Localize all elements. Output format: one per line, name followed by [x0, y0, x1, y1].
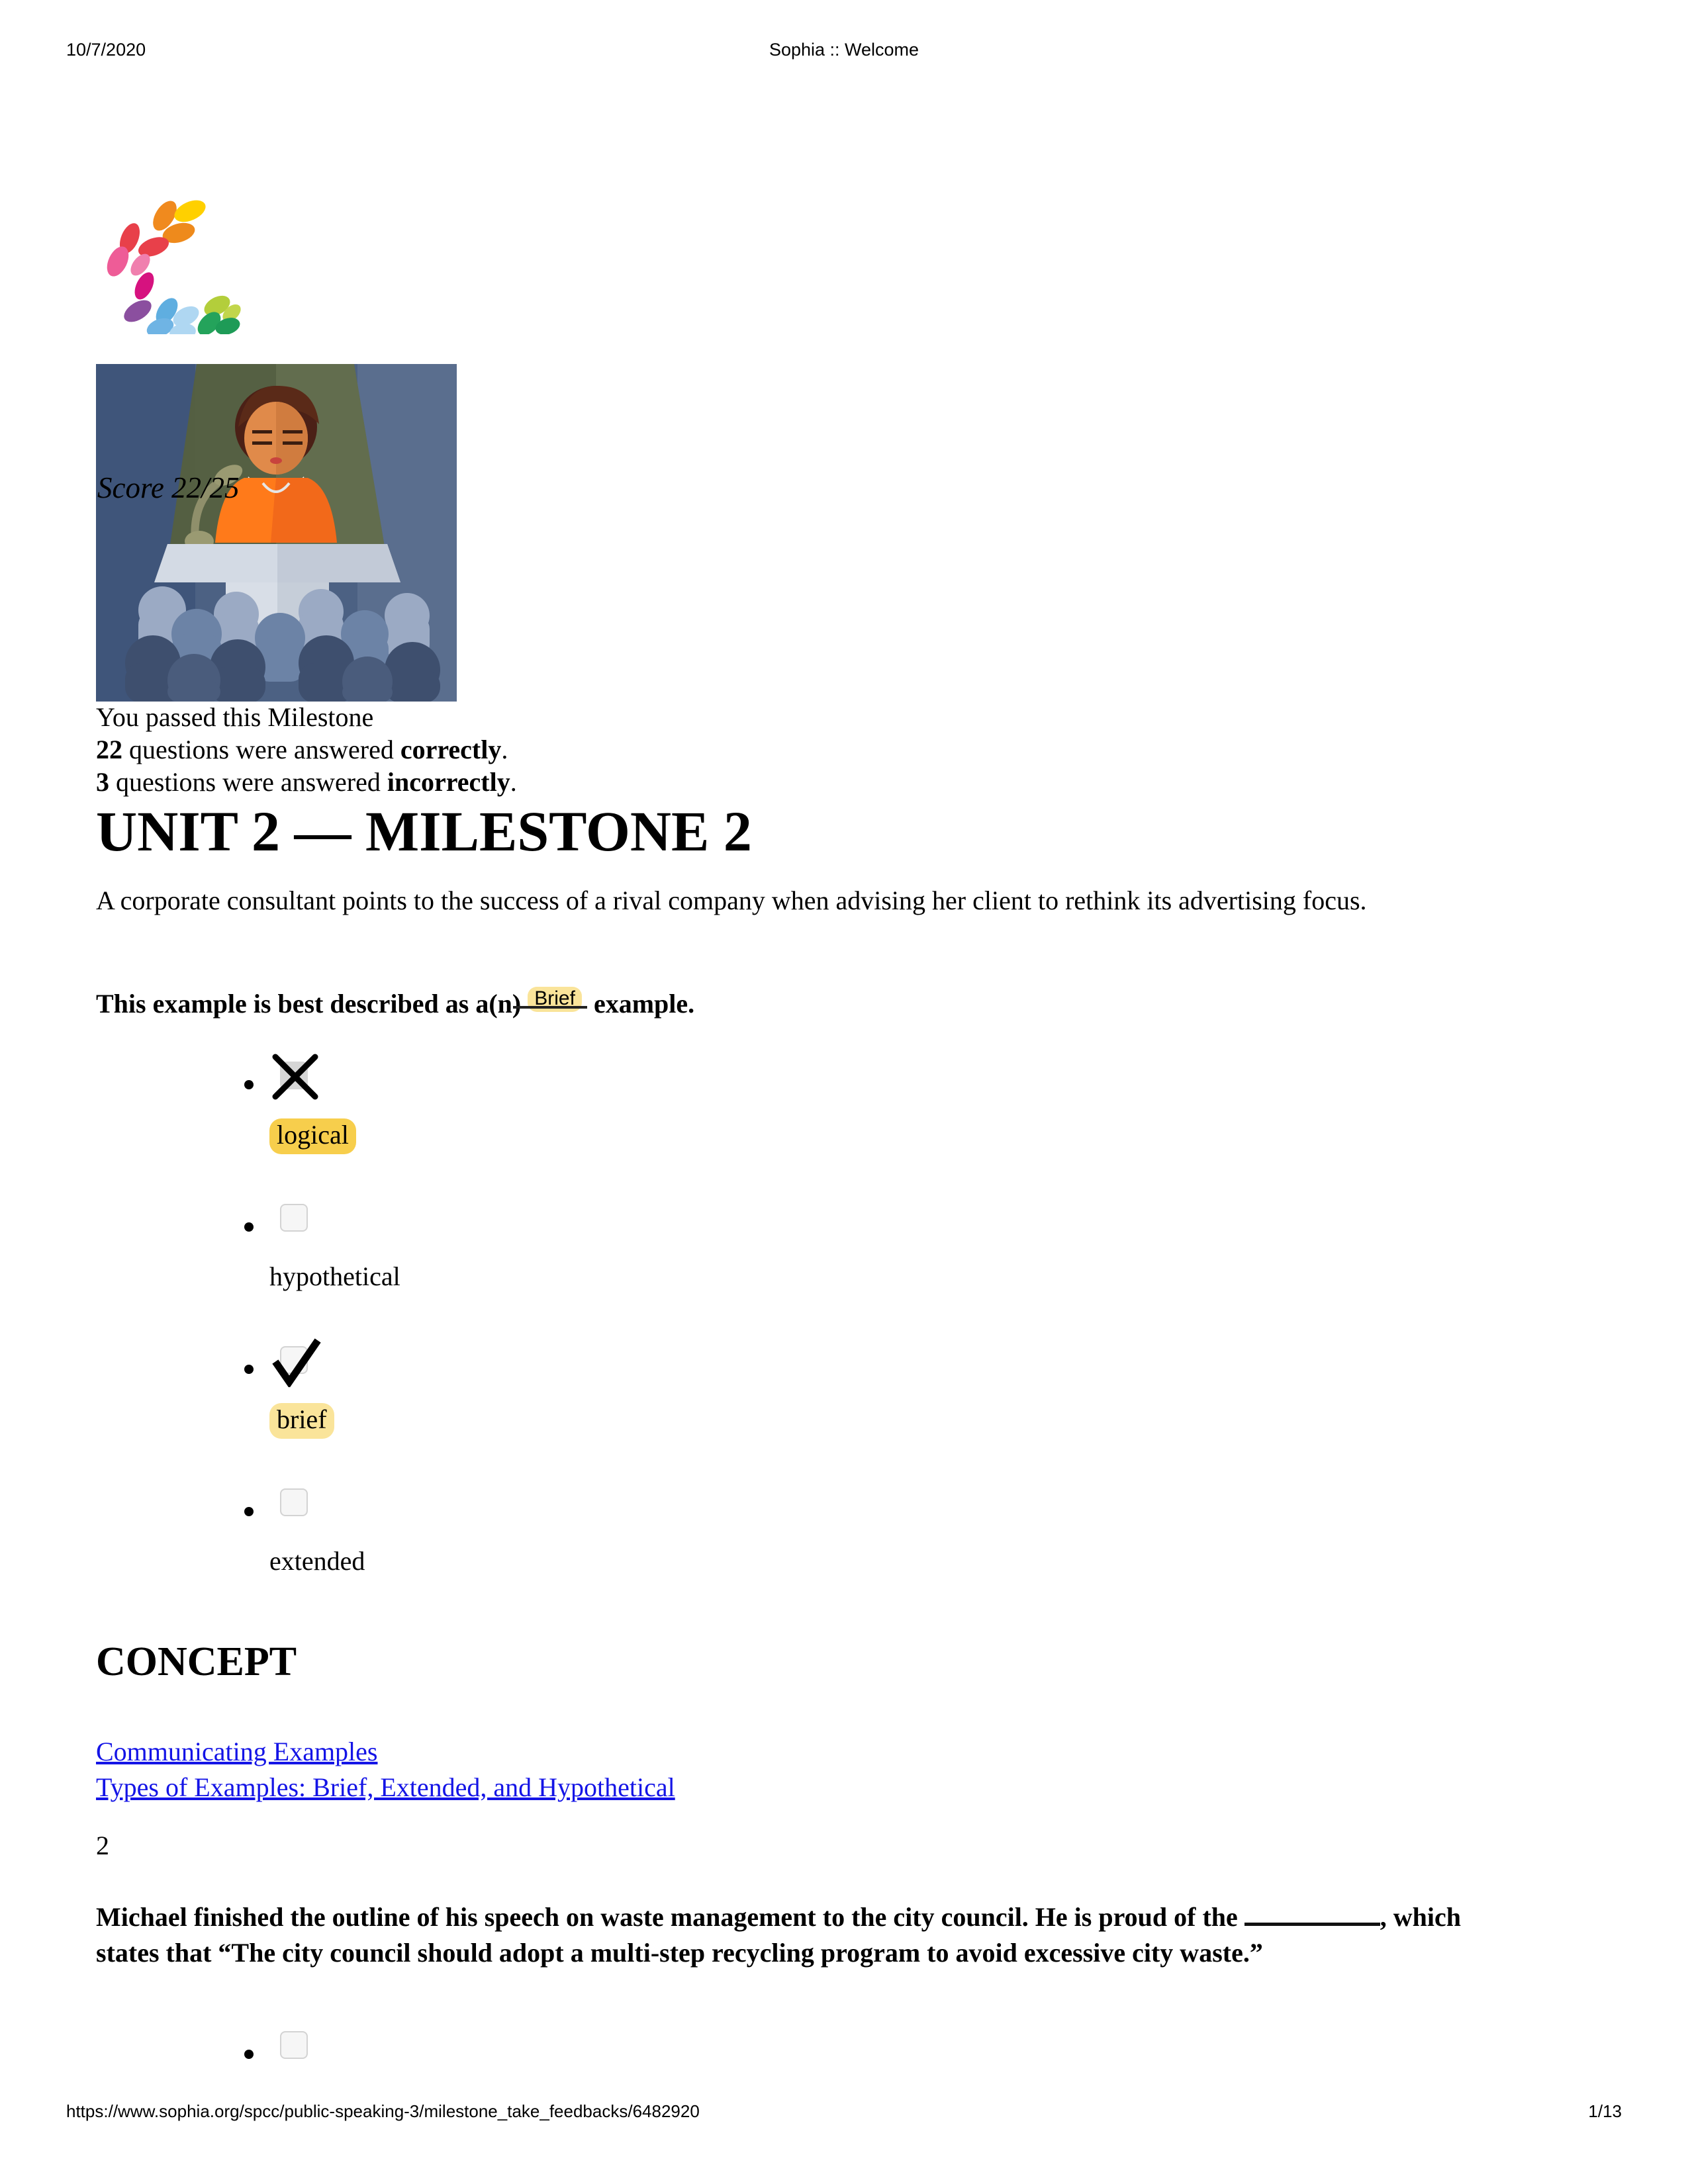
list-bullet: [244, 1222, 254, 1232]
question-2-prompt-line3: excessive city waste.”: [1023, 1938, 1263, 1968]
result-incorrect-line: 3 questions were answered incorrectly.: [96, 766, 517, 797]
question-2-prompt: Michael finished the outline of his spee…: [96, 1899, 1519, 1971]
option-q2-first[interactable]: [96, 2022, 1155, 2164]
checkbox[interactable]: [280, 1062, 308, 1089]
option-logical[interactable]: logical: [96, 1052, 1155, 1195]
score-label: Score 22/25: [97, 471, 240, 504]
question-1-prompt-after: example.: [593, 989, 695, 1019]
concept-links: Communicating Examples Types of Examples…: [96, 1734, 675, 1805]
option-label: brief: [269, 1403, 334, 1439]
checkbox[interactable]: [280, 2031, 308, 2059]
question-1-options: logical hypothetical brief extended: [96, 1052, 1155, 1621]
concept-heading: CONCEPT: [96, 1639, 297, 1684]
option-label: hypothetical: [269, 1261, 400, 1291]
correct-count: 22: [96, 734, 122, 764]
option-label-wrap: brief: [269, 1403, 334, 1439]
correct-word: correctly: [400, 734, 502, 764]
print-footer: https://www.sophia.org/spcc/public-speak…: [0, 2101, 1688, 2128]
concept-link-communicating-examples[interactable]: Communicating Examples: [96, 1734, 675, 1770]
page-number: 1/13: [1588, 2101, 1622, 2121]
option-extended[interactable]: extended: [96, 1479, 1155, 1621]
question-2-number: 2: [96, 1831, 109, 1860]
page-title: UNIT 2 — MILESTONE 2: [96, 799, 752, 863]
option-hypothetical[interactable]: hypothetical: [96, 1195, 1155, 1337]
option-brief[interactable]: brief: [96, 1337, 1155, 1479]
sophia-logo-icon: [96, 192, 248, 334]
concept-link-types-of-examples[interactable]: Types of Examples: Brief, Extended, and …: [96, 1770, 675, 1805]
answer-blank-rule-2: [1244, 1923, 1380, 1926]
milestone-result-summary: You passed this Milestone 22 questions w…: [96, 702, 1288, 798]
result-correct-line: 22 questions were answered correctly.: [96, 734, 508, 764]
list-bullet: [244, 1507, 254, 1516]
answer-blank-rule: [512, 1006, 587, 1009]
incorrect-word: incorrectly: [387, 766, 510, 797]
option-label-wrap: extended: [269, 1545, 365, 1577]
milestone-illustration: [96, 364, 457, 702]
option-label: extended: [269, 1546, 365, 1576]
option-label-wrap: logical: [269, 1118, 356, 1154]
checkbox[interactable]: [280, 1488, 308, 1516]
question-1-stem: A corporate consultant points to the suc…: [96, 886, 1367, 915]
page-url: https://www.sophia.org/spcc/public-speak…: [66, 2101, 700, 2121]
checkbox[interactable]: [280, 1346, 308, 1374]
document-title: Sophia :: Welcome: [769, 40, 919, 60]
checkbox[interactable]: [280, 1204, 308, 1232]
list-bullet: [244, 2050, 254, 2059]
question-1-prompt: This example is best described as a(n) B…: [96, 986, 1519, 1022]
question-2-options: [96, 2022, 1155, 2164]
result-pass-line: You passed this Milestone: [96, 702, 374, 732]
question-2-prompt-line1: Michael finished the outline of his spee…: [96, 1902, 1238, 1932]
list-bullet: [244, 1080, 254, 1089]
option-label: logical: [269, 1118, 356, 1154]
list-bullet: [244, 1365, 254, 1374]
print-header: 10/7/2020 Sophia :: Welcome: [0, 40, 1688, 66]
question-1-prompt-before: This example is best described as a(n): [96, 989, 522, 1019]
incorrect-count: 3: [96, 766, 109, 797]
option-label-wrap: hypothetical: [269, 1261, 400, 1293]
